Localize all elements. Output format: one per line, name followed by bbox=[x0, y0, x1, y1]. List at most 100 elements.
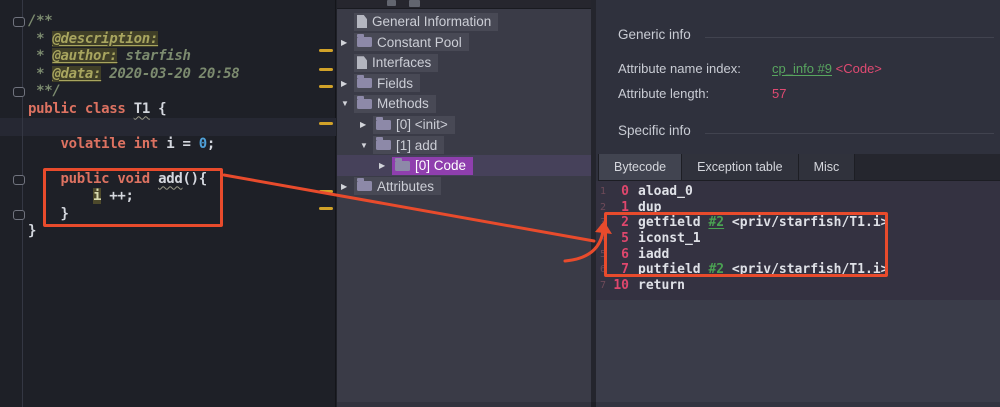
fold-marker-icon[interactable] bbox=[13, 87, 25, 97]
bytecode-opcode: aload_0 bbox=[638, 184, 693, 200]
tree-item-chip: Fields bbox=[354, 74, 420, 92]
code-token: T1 bbox=[134, 101, 150, 117]
specific-info-title: Specific info bbox=[618, 123, 691, 138]
tree-item-label: Attributes bbox=[377, 179, 434, 194]
code-token: @data: bbox=[52, 66, 101, 82]
change-marker bbox=[319, 85, 333, 88]
tree-item-label: [1] add bbox=[396, 138, 437, 153]
section-rule bbox=[705, 37, 994, 38]
tree-item-chip: Constant Pool bbox=[354, 33, 469, 51]
folder-icon bbox=[376, 140, 391, 150]
tree-item-chip: Interfaces bbox=[354, 54, 438, 72]
folder-icon bbox=[357, 37, 372, 47]
change-marker bbox=[319, 207, 333, 210]
generic-info-section-title: Generic info bbox=[618, 27, 994, 42]
code-line bbox=[28, 118, 239, 136]
bytecode-opcode: return bbox=[638, 278, 685, 294]
toolbar-icon-fragment bbox=[409, 0, 420, 7]
chevron-down-icon[interactable]: ▼ bbox=[341, 99, 349, 108]
tree-rows: General Information ▶ Constant Pool Interfa… bbox=[337, 0, 591, 407]
code-token: **/ bbox=[28, 83, 61, 99]
generic-info-title: Generic info bbox=[618, 27, 691, 42]
tree-item-attributes[interactable]: ▶ Attributes bbox=[337, 176, 591, 197]
section-rule bbox=[705, 133, 994, 134]
change-marker bbox=[319, 68, 333, 71]
chevron-right-icon[interactable]: ▶ bbox=[360, 120, 366, 129]
code-token: ; bbox=[207, 136, 215, 152]
annotation-box-bytecode bbox=[604, 212, 888, 277]
code-line: volatile int i = 0; bbox=[28, 136, 239, 154]
code-token: starfish bbox=[117, 48, 190, 64]
tab-misc[interactable]: Misc bbox=[798, 154, 856, 180]
tree-item-fields[interactable]: ▶ Fields bbox=[337, 73, 591, 94]
bytecode-offset: 10 bbox=[606, 278, 629, 294]
code-token: public class bbox=[28, 101, 134, 117]
attribute-type-value: <Code> bbox=[836, 61, 882, 76]
code-token: i = bbox=[166, 136, 199, 152]
tree-item-methods[interactable]: ▼Methods bbox=[337, 93, 591, 114]
change-marker bbox=[319, 190, 333, 193]
jclasslib-window: /** * @description: * @author: starfish … bbox=[0, 0, 1000, 407]
folder-icon bbox=[357, 78, 372, 88]
tree-item-chip: [1] add bbox=[373, 136, 444, 154]
folder-icon bbox=[357, 99, 372, 109]
tree-item-label: Constant Pool bbox=[377, 35, 462, 50]
code-token: } bbox=[28, 223, 36, 239]
tree-item-chip: [0] Code bbox=[392, 157, 473, 175]
tree-item-chip: [0] <init> bbox=[373, 116, 455, 134]
tree-item-constant-pool[interactable]: ▶ Constant Pool bbox=[337, 32, 591, 53]
attribute-name-index-label: Attribute name index: bbox=[618, 61, 741, 76]
attribute-length-label: Attribute length: bbox=[618, 86, 709, 101]
cp-info-link[interactable]: cp_info #9 bbox=[772, 61, 832, 76]
change-marker bbox=[319, 122, 333, 125]
bytecode-pane-lower bbox=[596, 300, 1000, 407]
toolbar-icon-fragment bbox=[387, 0, 396, 6]
chevron-right-icon[interactable]: ▶ bbox=[341, 79, 347, 88]
code-token: /** bbox=[28, 13, 52, 29]
annotation-box-source-code bbox=[43, 168, 223, 227]
tree-item-label: [0] Code bbox=[415, 158, 466, 173]
code-token: * bbox=[28, 48, 52, 64]
tab-bytecode[interactable]: Bytecode bbox=[598, 154, 681, 180]
attribute-length-value: 57 bbox=[772, 86, 786, 101]
change-marker bbox=[319, 49, 333, 52]
chevron-down-icon[interactable]: ▼ bbox=[360, 141, 368, 150]
chevron-right-icon[interactable]: ▶ bbox=[341, 182, 347, 191]
code-token bbox=[28, 136, 61, 152]
bottom-shade bbox=[337, 402, 1000, 407]
tree-item-label: Fields bbox=[377, 76, 413, 91]
page-icon bbox=[357, 15, 367, 28]
bytecode-line-number: 1 bbox=[596, 184, 606, 200]
folder-icon bbox=[376, 120, 391, 130]
fold-marker-icon[interactable] bbox=[13, 210, 25, 220]
attribute-inspector: Generic info Attribute name index: cp_in… bbox=[591, 0, 1000, 407]
tree-item-0-code[interactable]: ▶ [0] Code bbox=[337, 155, 591, 176]
gutter-separator bbox=[22, 0, 23, 407]
class-structure-tree: General Information ▶ Constant Pool Interfa… bbox=[337, 0, 591, 407]
tree-item-label: General Information bbox=[372, 14, 491, 29]
tab-exception-table[interactable]: Exception table bbox=[681, 154, 797, 180]
detail-tabbar: BytecodeException tableMisc bbox=[598, 154, 1000, 181]
tree-item-general-information[interactable]: General Information bbox=[337, 11, 591, 32]
tree-item-label: Interfaces bbox=[372, 55, 431, 70]
tree-item-interfaces[interactable]: Interfaces bbox=[337, 52, 591, 73]
chevron-right-icon[interactable]: ▶ bbox=[341, 38, 347, 47]
tree-item-0-init[interactable]: ▶ [0] <init> bbox=[337, 114, 591, 135]
tree-item-1-add[interactable]: ▼ [1] add bbox=[337, 135, 591, 156]
chevron-right-icon[interactable]: ▶ bbox=[379, 161, 385, 170]
code-token: * bbox=[28, 66, 52, 82]
tree-item-chip: Attributes bbox=[354, 177, 441, 195]
folder-icon bbox=[395, 161, 410, 171]
specific-info-section-title: Specific info bbox=[618, 123, 994, 138]
bytecode-line: 710 return bbox=[596, 278, 888, 294]
code-line: * @data: 2020-03-20 20:58 bbox=[28, 66, 239, 84]
attribute-name-index-value: cp_info #9 <Code> bbox=[772, 61, 882, 76]
tree-item-label: [0] <init> bbox=[396, 117, 448, 132]
bytecode-line-number: 7 bbox=[596, 278, 606, 294]
page-icon bbox=[357, 56, 367, 69]
code-line: **/ bbox=[28, 83, 239, 101]
fold-marker-icon[interactable] bbox=[13, 175, 25, 185]
code-token: { bbox=[150, 101, 166, 117]
code-line: * @description: bbox=[28, 31, 239, 49]
fold-marker-icon[interactable] bbox=[13, 17, 25, 27]
